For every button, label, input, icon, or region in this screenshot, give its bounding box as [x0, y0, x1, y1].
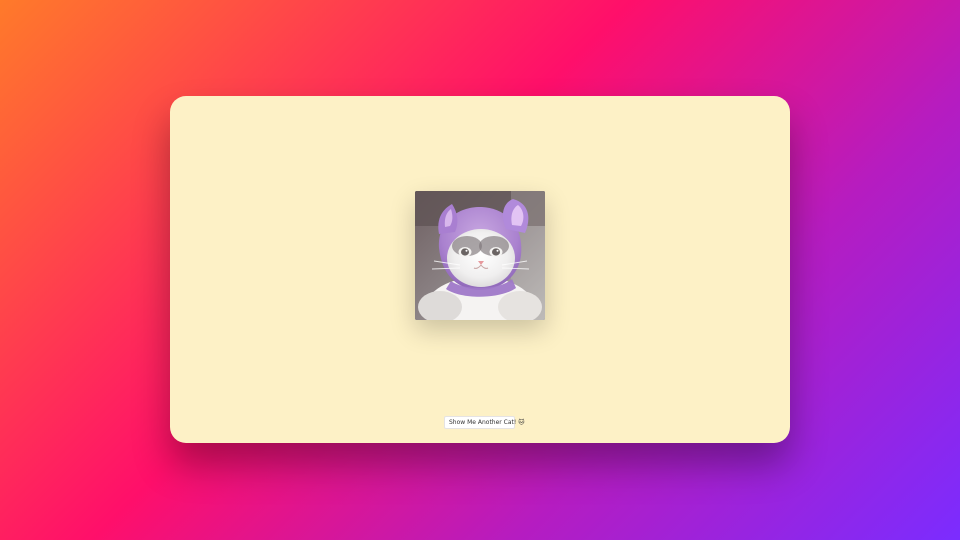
cat-image	[415, 191, 545, 320]
cat-card: Show Me Another Cat! 🐱	[170, 96, 790, 443]
show-another-cat-button[interactable]: Show Me Another Cat! 🐱	[444, 416, 524, 429]
cat-photo-icon	[415, 191, 545, 320]
